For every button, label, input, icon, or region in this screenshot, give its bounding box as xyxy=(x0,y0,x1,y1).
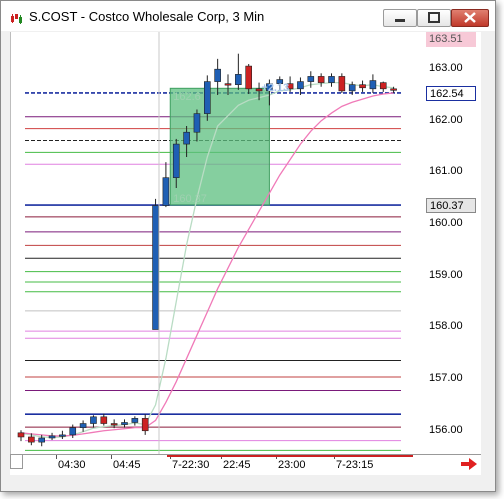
box-bottom-price-label: 160.37 xyxy=(173,193,207,205)
time-tick-label: 04:30 xyxy=(58,459,86,471)
price-tick-label: 156.00 xyxy=(429,423,463,436)
price-tick-label: 161.00 xyxy=(429,165,463,178)
time-axis[interactable]: 04:30 04:45 7-22:30 22:45 23:00 7-23:15 xyxy=(10,454,481,475)
price-tick-label: 158.00 xyxy=(429,320,463,333)
time-tick-label: 7-23:15 xyxy=(336,459,374,471)
time-tick-label: 04:45 xyxy=(113,459,141,471)
top-price-badge: 163.51 xyxy=(426,32,476,47)
window-title: S.COST - Costco Wholesale Corp, 3 Min xyxy=(29,9,265,24)
scroll-right-arrow-icon[interactable] xyxy=(461,457,477,470)
candle[interactable] xyxy=(317,73,325,87)
session-bar xyxy=(167,455,413,457)
last-price-badge: 162.54 xyxy=(426,85,476,101)
close-icon xyxy=(464,12,476,23)
candle[interactable] xyxy=(48,432,56,441)
candle[interactable] xyxy=(121,419,128,428)
candle[interactable] xyxy=(162,162,170,208)
price-tick-label: 157.00 xyxy=(429,372,463,385)
time-tick-mark xyxy=(56,455,57,459)
price-tick-label: 159.00 xyxy=(429,268,463,281)
time-tick-mark xyxy=(111,455,112,459)
chart-app-icon xyxy=(10,11,23,24)
level-price-badge: 160.37 xyxy=(426,198,476,214)
candle[interactable] xyxy=(131,416,139,426)
box-top-price-label: 162.6 xyxy=(173,91,201,103)
candle[interactable] xyxy=(17,430,25,442)
maximize-button[interactable] xyxy=(417,9,451,27)
candle[interactable] xyxy=(100,413,108,426)
minimize-icon xyxy=(395,19,405,22)
candle[interactable] xyxy=(235,53,242,90)
candle[interactable] xyxy=(152,198,159,330)
box-change-label: +2.13 xyxy=(261,82,289,94)
candle[interactable] xyxy=(59,430,66,440)
candle[interactable] xyxy=(379,81,387,92)
chart-plot-area[interactable]: 162.6 160.37 +2.13 xyxy=(10,32,426,454)
price-tick-label: 162.00 xyxy=(429,113,463,126)
time-tick-label: 23:00 xyxy=(278,459,306,471)
chart-window: S.COST - Costco Wholesale Corp, 3 Min 16… xyxy=(0,0,496,492)
time-tick-label: 7-22:30 xyxy=(172,459,210,471)
maximize-icon xyxy=(428,12,440,23)
candle[interactable] xyxy=(141,414,149,435)
candle[interactable] xyxy=(328,73,335,87)
axis-corner-box[interactable] xyxy=(10,454,23,469)
highlight-rectangle[interactable] xyxy=(169,87,270,206)
time-tick-label: 22:45 xyxy=(223,459,251,471)
candle[interactable] xyxy=(79,420,87,432)
price-tick-label: 160.00 xyxy=(429,217,463,230)
close-button[interactable] xyxy=(451,9,489,27)
price-axis[interactable]: 163.51 163.00 162.00 161.00 160.00 159.00 158… xyxy=(425,32,481,454)
minimize-button[interactable] xyxy=(383,9,417,27)
candle[interactable] xyxy=(90,415,97,428)
candle[interactable] xyxy=(338,73,346,93)
price-tick-label: 163.00 xyxy=(429,62,463,75)
title-bar[interactable]: S.COST - Costco Wholesale Corp, 3 Min xyxy=(1,1,495,31)
candle[interactable] xyxy=(369,74,377,93)
price-chart-svg: 162.6 160.37 +2.13 xyxy=(17,32,401,454)
candle[interactable] xyxy=(359,80,366,92)
